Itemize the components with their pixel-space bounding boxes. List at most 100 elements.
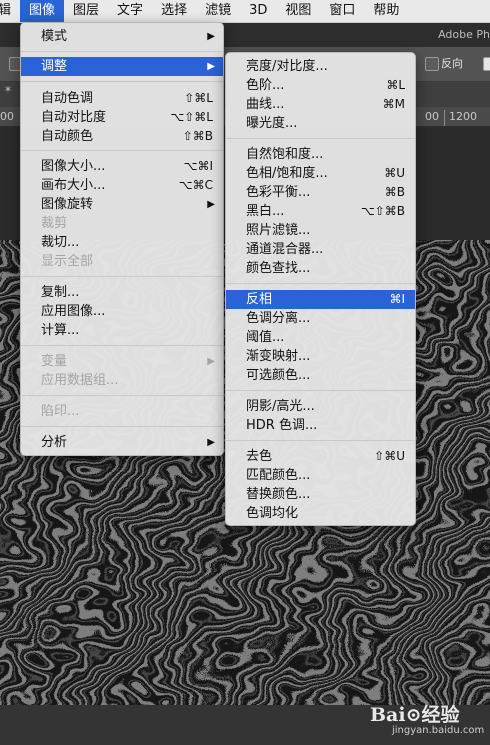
menu-item-trim[interactable]: 裁切... [21, 233, 223, 252]
menu-item-hdr-toning[interactable]: HDR 色调... [226, 416, 415, 435]
menu-item-match-color[interactable]: 匹配颜色... [226, 466, 415, 485]
menu-item-hue-saturation[interactable]: 色相/饱和度... ⌘U [226, 164, 415, 183]
menu-item-label: 反相 [246, 292, 273, 307]
menu-item-label: 匹配颜色... [246, 468, 311, 483]
ruler-label: 1200 [449, 110, 477, 123]
menu-separator [21, 395, 223, 396]
menu-item-gradient-map[interactable]: 渐变映射... [226, 347, 415, 366]
menu-item-black-white[interactable]: 黑白... ⌥⇧⌘B [226, 202, 415, 221]
menu-item-label: 色调均化 [246, 506, 299, 521]
menu-item-duplicate[interactable]: 复制... [21, 283, 223, 302]
menu-item-label: 黑白... [246, 204, 285, 219]
menu-item-selective-color[interactable]: 可选颜色... [226, 366, 415, 385]
menu-item-label: 自然饱和度... [246, 147, 324, 162]
menu-item-curves[interactable]: 曲线... ⌘M [226, 95, 415, 114]
menu-item-label: 阴影/高光... [246, 399, 315, 414]
menu-item-photo-filter[interactable]: 照片滤镜... [226, 221, 415, 240]
menubar-item-help[interactable]: 帮助 [364, 0, 408, 22]
shortcut-label: ⌘M [382, 97, 405, 111]
menu-separator [226, 440, 415, 441]
shortcut-label: ⌘L [386, 78, 405, 92]
menu-item-label: 自动颜色 [41, 129, 94, 144]
menu-item-levels[interactable]: 色阶... ⌘L [226, 76, 415, 95]
menu-item-canvas-size[interactable]: 画布大小... ⌥⌘C [21, 176, 223, 195]
menu-item-apply-image[interactable]: 应用图像... [21, 302, 223, 321]
menu-item-desaturate[interactable]: 去色 ⇧⌘U [226, 447, 415, 466]
shortcut-label: ⇧⌘L [184, 91, 213, 105]
shortcut-label: ⌘B [384, 185, 405, 199]
option-checkbox-checked[interactable] [483, 57, 490, 71]
menu-item-crop: 裁剪 [21, 214, 223, 233]
menubar-item-layer[interactable]: 图层 [64, 0, 108, 22]
ruler-tick [444, 110, 445, 126]
menubar-item-type[interactable]: 文字 [108, 0, 152, 22]
reverse-checkbox[interactable] [425, 57, 439, 71]
menu-item-label: 亮度/对比度... [246, 59, 328, 74]
adjustments-submenu: 亮度/对比度... 色阶... ⌘L 曲线... ⌘M 曝光度... 自然饱和度..… [225, 52, 416, 526]
menubar-item-image[interactable]: 图像 [20, 0, 65, 22]
menu-item-auto-tone[interactable]: 自动色调 ⇧⌘L [21, 89, 223, 108]
menu-bar: 辑 图像 图层 文字 选择 滤镜 3D 视图 窗口 帮助 [0, 0, 490, 23]
menu-item-vibrance[interactable]: 自然饱和度... [226, 145, 415, 164]
menu-item-threshold[interactable]: 阈值... [226, 328, 415, 347]
menu-separator [226, 138, 415, 139]
menu-item-image-rotation[interactable]: 图像旋转 ▶ [21, 195, 223, 214]
baidu-logo: Bai⊙经验 [370, 704, 460, 726]
menu-item-posterize[interactable]: 色调分离... [226, 309, 415, 328]
ruler-label: 00 [425, 110, 439, 123]
unsaved-marker: * [5, 84, 11, 98]
menu-item-label: 陷印... [41, 404, 80, 419]
reverse-label: 反向 [441, 57, 463, 70]
menu-item-image-size[interactable]: 图像大小... ⌥⌘I [21, 157, 223, 176]
menu-item-reveal-all: 显示全部 [21, 252, 223, 271]
menu-separator [21, 345, 223, 346]
menu-item-label: 画布大小... [41, 178, 106, 193]
menubar-item-window[interactable]: 窗口 [320, 0, 364, 22]
menu-item-label: 色彩平衡... [246, 185, 311, 200]
menu-item-adjustments[interactable]: 调整 ▶ [21, 57, 223, 76]
menu-item-invert[interactable]: 反相 ⌘I [226, 290, 415, 309]
menu-item-channel-mixer[interactable]: 通道混合器... [226, 240, 415, 259]
menu-item-label: 图像旋转 [41, 197, 94, 212]
menu-item-color-lookup[interactable]: 颜色查找... [226, 259, 415, 278]
menubar-item-edit[interactable]: 辑 [0, 0, 20, 22]
watermark: Bai⊙经验 jingyan.baidu.com [370, 700, 484, 736]
app-title: Adobe Ph [438, 28, 490, 41]
menu-item-analysis[interactable]: 分析 ▶ [21, 433, 223, 452]
submenu-arrow-icon: ▶ [207, 199, 215, 210]
menu-item-label: 替换颜色... [246, 487, 311, 502]
menu-separator [21, 51, 223, 52]
menu-item-label: 模式 [41, 29, 68, 44]
menu-item-label: 分析 [41, 435, 68, 450]
menu-item-label: 去色 [246, 449, 273, 464]
menu-item-label: 通道混合器... [246, 242, 324, 257]
menu-item-color-balance[interactable]: 色彩平衡... ⌘B [226, 183, 415, 202]
submenu-arrow-icon: ▶ [207, 356, 215, 367]
menu-item-label: 自动色调 [41, 91, 94, 106]
menu-item-auto-contrast[interactable]: 自动对比度 ⌥⇧⌘L [21, 108, 223, 127]
menubar-item-select[interactable]: 选择 [152, 0, 196, 22]
menubar-item-view[interactable]: 视图 [276, 0, 320, 22]
menu-item-shadows-highlights[interactable]: 阴影/高光... [226, 397, 415, 416]
menu-item-label: 调整 [41, 59, 68, 74]
menu-item-label: 色阶... [246, 78, 285, 93]
menu-item-brightness-contrast[interactable]: 亮度/对比度... [226, 57, 415, 76]
menu-item-mode[interactable]: 模式 ▶ [21, 27, 223, 46]
menubar-item-3d[interactable]: 3D [240, 0, 276, 22]
shortcut-label: ⌥⌘I [183, 159, 213, 173]
submenu-arrow-icon: ▶ [207, 437, 215, 448]
menu-item-label: 可选颜色... [246, 368, 311, 383]
shortcut-label: ⌘I [389, 292, 405, 306]
menu-item-label: 照片滤镜... [246, 223, 311, 238]
menu-item-exposure[interactable]: 曝光度... [226, 114, 415, 133]
menu-item-label: 阈值... [246, 330, 285, 345]
menu-item-label: 计算... [41, 323, 80, 338]
menu-separator [21, 150, 223, 151]
menubar-item-filter[interactable]: 滤镜 [196, 0, 240, 22]
menu-separator [21, 81, 223, 82]
menu-item-auto-color[interactable]: 自动颜色 ⇧⌘B [21, 127, 223, 146]
menu-item-replace-color[interactable]: 替换颜色... [226, 485, 415, 504]
menu-item-label: HDR 色调... [246, 418, 318, 433]
menu-item-calculations[interactable]: 计算... [21, 321, 223, 340]
menu-item-equalize[interactable]: 色调均化 [226, 504, 415, 523]
